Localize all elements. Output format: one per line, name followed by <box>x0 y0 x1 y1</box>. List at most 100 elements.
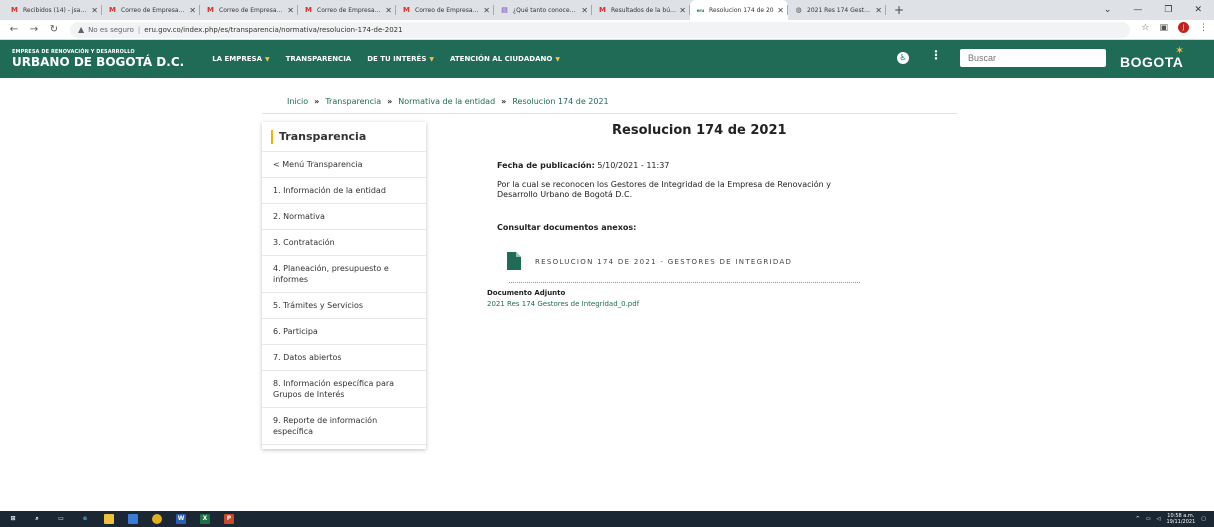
tray-chevron-icon[interactable]: ^ <box>1136 516 1140 522</box>
breadcrumb-item[interactable]: Inicio <box>287 97 308 106</box>
reload-button[interactable]: ↻ <box>48 24 60 35</box>
tab-close-icon[interactable]: ✕ <box>875 6 882 15</box>
article-description: Por la cual se reconocen los Gestores de… <box>497 180 877 200</box>
browser-tab[interactable]: M Correo de Empresa de ✕ <box>102 0 200 20</box>
store-icon[interactable] <box>128 514 138 524</box>
browser-tab[interactable]: M Resultados de la búsq ✕ <box>592 0 690 20</box>
document-icon[interactable] <box>507 252 521 270</box>
publication-date: Fecha de publicación: 5/10/2021 - 11:37 <box>497 161 669 170</box>
chevron-down-icon: ▼ <box>555 55 560 63</box>
warning-icon[interactable]: ▲ <box>78 25 84 34</box>
site-search-input[interactable] <box>960 49 1106 67</box>
windows-start-icon[interactable]: ⊞ <box>8 514 18 524</box>
sidebar-item[interactable]: 4. Planeación, presupuesto e informes <box>262 256 426 293</box>
tab-search-icon[interactable]: ⌄ <box>1104 5 1112 15</box>
network-icon[interactable]: ▭ <box>1146 516 1151 522</box>
tab-list: M Recibidos (14) - jsanto ✕ M Correo de Empr… <box>0 0 886 20</box>
breadcrumb-divider <box>262 113 957 114</box>
reading-list-icon[interactable]: ▣ <box>1159 23 1168 33</box>
breadcrumb-item[interactable]: Normativa de la entidad <box>398 97 495 106</box>
tab-favicon-icon: M <box>305 5 312 14</box>
omnibox[interactable]: ▲ No es seguro | eru.gov.co/index.php/es… <box>70 21 1130 38</box>
nav-item-label: DE TU INTERÉS <box>367 55 427 63</box>
browser-tab[interactable]: ◍ 2021 Res 174 Gestore ✕ <box>788 0 886 20</box>
powerpoint-icon[interactable]: P <box>224 514 234 524</box>
sidebar-item[interactable]: 1. Información de la entidad <box>262 178 426 204</box>
description-line-2: Desarrollo Urbano de Bogotá D.C. <box>497 190 633 199</box>
tab-title: Correo de Empresa de <box>317 6 383 14</box>
url-text[interactable]: eru.gov.co/index.php/es/transparencia/no… <box>144 26 402 34</box>
close-window-button[interactable]: ✕ <box>1194 5 1202 15</box>
annex-document-link[interactable]: RESOLUCION 174 DE 2021 - GESTORES DE INT… <box>535 258 792 266</box>
nav-item[interactable]: DE TU INTERÉS ▼ <box>367 55 434 63</box>
annexes-heading: Consultar documentos anexos: <box>497 223 637 232</box>
taskbar-search-icon[interactable]: ⌕ <box>32 514 42 524</box>
volume-icon[interactable]: ◁ <box>1157 516 1161 522</box>
page-title: Resolucion 174 de 2021 <box>612 123 787 138</box>
tab-close-icon[interactable]: ✕ <box>385 6 392 15</box>
bogota-logo[interactable]: BOGOTA <box>1120 54 1183 70</box>
browser-toolbar: ☆ ▣ J ⋮ <box>1141 22 1208 33</box>
edge-icon[interactable]: e <box>80 514 90 524</box>
tab-close-icon[interactable]: ✕ <box>581 6 588 15</box>
tab-favicon-icon: M <box>109 5 116 14</box>
tab-title: Resolucion 174 de 20 <box>709 6 774 14</box>
sidebar-item[interactable]: 5. Trámites y Servicios <box>262 293 426 319</box>
sidebar-item[interactable]: 9. Reporte de información específica <box>262 408 426 445</box>
breadcrumb-item[interactable]: Transparencia <box>325 97 381 106</box>
nav-item-label: LA EMPRESA <box>212 55 263 63</box>
browser-tab[interactable]: M Correo de Empresa de ✕ <box>200 0 298 20</box>
attachment-file-link[interactable]: 2021 Res 174 Gestores de Integridad_0.pd… <box>487 300 639 308</box>
forward-button[interactable]: → <box>28 24 40 35</box>
browser-tab[interactable]: M Correo de Empresa de ✕ <box>396 0 494 20</box>
file-explorer-icon[interactable] <box>104 514 114 524</box>
word-icon[interactable]: W <box>176 514 186 524</box>
browser-tab[interactable]: eru Resolucion 174 de 20 ✕ <box>690 0 788 20</box>
tab-title: Recibidos (14) - jsanto <box>23 6 89 14</box>
profile-avatar[interactable]: J <box>1178 22 1189 33</box>
browser-tab-strip: M Recibidos (14) - jsanto ✕ M Correo de Empr… <box>0 0 1214 20</box>
tab-close-icon[interactable]: ✕ <box>287 6 294 15</box>
tab-favicon-icon: M <box>11 5 18 14</box>
back-button[interactable]: ← <box>8 24 20 35</box>
sidebar-item[interactable]: 3. Contratación <box>262 230 426 256</box>
minimize-button[interactable]: — <box>1133 5 1142 15</box>
sidebar-item[interactable]: 8. Información específica para Grupos de… <box>262 371 426 408</box>
nav-item[interactable]: TRANSPARENCIA <box>286 55 352 63</box>
restore-button[interactable]: ❐ <box>1164 5 1172 15</box>
browser-menu-icon[interactable]: ⋮ <box>1199 23 1208 33</box>
browser-tab[interactable]: M Correo de Empresa de ✕ <box>298 0 396 20</box>
excel-icon[interactable]: X <box>200 514 210 524</box>
publication-date-label: Fecha de publicación: <box>497 161 595 170</box>
nav-item[interactable]: ATENCIÓN AL CIUDADANO ▼ <box>450 55 560 63</box>
sidebar-item[interactable]: 7. Datos abiertos <box>262 345 426 371</box>
task-view-icon[interactable]: ▭ <box>56 514 66 524</box>
breadcrumb-item[interactable]: Resolucion 174 de 2021 <box>512 97 608 106</box>
new-tab-button[interactable]: + <box>894 3 904 17</box>
security-status[interactable]: No es seguro <box>88 26 134 34</box>
sidebar-item[interactable]: 6. Participa <box>262 319 426 345</box>
notifications-icon[interactable]: ▢ <box>1201 516 1206 522</box>
tab-close-icon[interactable]: ✕ <box>483 6 490 15</box>
tab-close-icon[interactable]: ✕ <box>91 6 98 15</box>
system-clock[interactable]: 10:58 a.m. 19/11/2021 <box>1166 513 1195 525</box>
site-brand[interactable]: EMPRESA DE RENOVACIÓN Y DESARROLLO URBAN… <box>12 49 184 69</box>
logo-star-icon: ✶ <box>1175 44 1185 57</box>
tab-close-icon[interactable]: ✕ <box>189 6 196 15</box>
sidebar-item[interactable]: < Menú Transparencia <box>262 152 426 178</box>
accessibility-icon[interactable]: ♿ <box>897 52 909 64</box>
nav-item[interactable]: LA EMPRESA ▼ <box>212 55 269 63</box>
bookmark-star-icon[interactable]: ☆ <box>1141 23 1149 33</box>
browser-tab[interactable]: ▤ ¿Qué tanto conoces d ✕ <box>494 0 592 20</box>
tab-favicon-icon: M <box>403 5 410 14</box>
site-menu-icon[interactable]: ⋮ <box>930 48 942 62</box>
tab-title: Correo de Empresa de <box>415 6 481 14</box>
tab-close-icon[interactable]: ✕ <box>679 6 686 15</box>
browser-tab[interactable]: M Recibidos (14) - jsanto ✕ <box>4 0 102 20</box>
sidebar-item[interactable]: 2. Normativa <box>262 204 426 230</box>
omnibox-divider: | <box>137 25 141 34</box>
system-tray: ^ ▭ ◁ 10:58 a.m. 19/11/2021 ▢ <box>1136 511 1206 527</box>
main-nav: LA EMPRESA ▼ TRANSPARENCIA DE TU INTERÉS ▼ AT… <box>212 55 560 63</box>
chrome-icon[interactable] <box>152 514 162 524</box>
tab-close-icon[interactable]: ✕ <box>777 6 784 15</box>
